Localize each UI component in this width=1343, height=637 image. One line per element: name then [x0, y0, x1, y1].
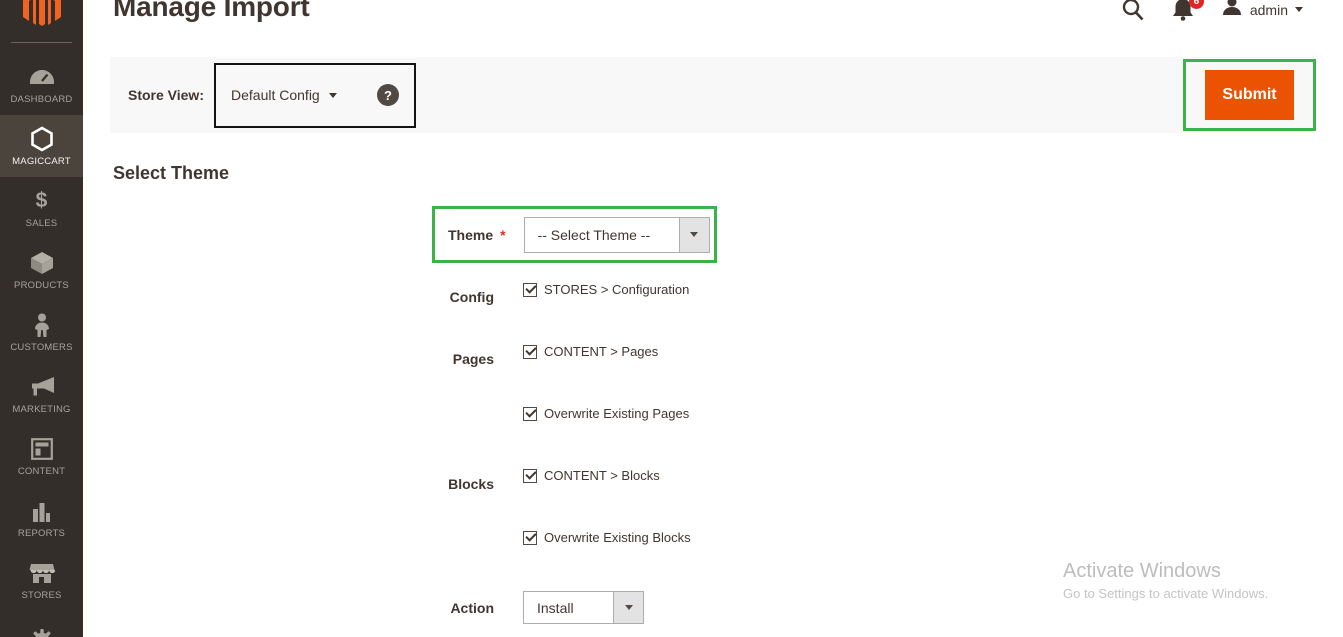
watermark-line2: Go to Settings to activate Windows.	[1063, 586, 1268, 601]
header-actions: 6 admin	[1121, 0, 1303, 23]
sidebar-divider	[11, 42, 72, 43]
sidebar-item-label: CONTENT	[18, 466, 65, 477]
sidebar-item-label: STORES	[21, 590, 61, 601]
required-asterisk: *	[500, 227, 505, 243]
admin-user-menu[interactable]: admin	[1221, 0, 1303, 23]
store-view-value: Default Config	[231, 87, 320, 103]
notification-count-badge: 6	[1189, 0, 1204, 9]
admin-username: admin	[1250, 2, 1288, 18]
search-icon[interactable]	[1121, 0, 1145, 22]
sidebar-item-magiccart[interactable]: MAGICCART	[0, 115, 83, 177]
hexagon-icon	[30, 126, 54, 152]
sidebar-item-label: REPORTS	[18, 528, 65, 539]
gauge-icon	[29, 64, 55, 90]
pages-checkbox-row[interactable]: CONTENT > Pages	[523, 344, 658, 359]
store-view-switcher[interactable]: Default Config	[231, 87, 337, 103]
box-icon	[30, 250, 54, 276]
sidebar-item-stores[interactable]: STORES	[0, 549, 83, 611]
chevron-down-icon	[329, 93, 337, 98]
section-title: Select Theme	[113, 163, 229, 184]
overwrite-pages-checkbox-label: Overwrite Existing Pages	[544, 406, 689, 421]
checkbox-checked-icon[interactable]	[523, 407, 537, 421]
blocks-checkbox-row[interactable]: CONTENT > Blocks	[523, 468, 660, 483]
sidebar-item-customers[interactable]: CUSTOMERS	[0, 301, 83, 363]
action-field-label: Action	[363, 600, 494, 616]
blocks-field-label: Blocks	[363, 476, 494, 492]
manage-import-page: DASHBOARD MAGICCART $ SALES	[0, 0, 1343, 637]
windows-activation-watermark: Activate Windows Go to Settings to activ…	[1063, 560, 1268, 601]
config-field-label: Config	[363, 289, 494, 305]
megaphone-icon	[29, 374, 55, 400]
theme-select-arrow-button[interactable]	[679, 218, 709, 252]
store-view-label: Store View:	[128, 87, 204, 103]
user-avatar-icon	[1221, 0, 1243, 23]
submit-annotation-box: Submit	[1183, 59, 1316, 131]
notifications-bell-icon[interactable]: 6	[1171, 0, 1195, 22]
checkbox-checked-icon[interactable]	[523, 345, 537, 359]
theme-select-value: -- Select Theme --	[525, 218, 679, 252]
overwrite-blocks-checkbox-label: Overwrite Existing Blocks	[544, 530, 691, 545]
pages-checkbox-label: CONTENT > Pages	[544, 344, 658, 359]
watermark-line1: Activate Windows	[1063, 560, 1268, 583]
sidebar-item-label: SALES	[26, 218, 58, 229]
checkbox-checked-icon[interactable]	[523, 531, 537, 545]
theme-select[interactable]: -- Select Theme --	[524, 217, 710, 253]
config-checkbox-label: STORES > Configuration	[544, 282, 689, 297]
page-title: Manage Import	[113, 0, 310, 23]
sidebar-item-label: MAGICCART	[12, 156, 71, 167]
blocks-checkbox-label: CONTENT > Blocks	[544, 468, 660, 483]
action-select-arrow-button[interactable]	[613, 592, 643, 623]
action-select-value: Install	[524, 592, 613, 623]
overwrite-blocks-checkbox-row[interactable]: Overwrite Existing Blocks	[523, 530, 691, 545]
submit-button[interactable]: Submit	[1205, 70, 1294, 120]
magento-logo-icon	[23, 0, 61, 33]
chevron-down-icon	[690, 232, 698, 237]
checkbox-checked-icon[interactable]	[523, 469, 537, 483]
action-select[interactable]: Install	[523, 591, 644, 624]
sidebar-item-content[interactable]: CONTENT	[0, 425, 83, 487]
theme-annotation-box: Theme * -- Select Theme --	[432, 206, 717, 263]
checkbox-checked-icon[interactable]	[523, 283, 537, 297]
admin-sidebar: DASHBOARD MAGICCART $ SALES	[0, 0, 83, 637]
sidebar-item-label: DASHBOARD	[11, 94, 73, 105]
sidebar-item-label: PRODUCTS	[14, 280, 69, 291]
help-icon[interactable]: ?	[377, 84, 399, 106]
chevron-down-icon	[1295, 7, 1303, 12]
sidebar-item-label: MARKETING	[12, 404, 70, 415]
overwrite-pages-checkbox-row[interactable]: Overwrite Existing Pages	[523, 406, 689, 421]
page-toolbar: Store View: Default Config ? Submit	[110, 57, 1316, 133]
person-icon	[32, 312, 52, 338]
bar-chart-icon	[31, 498, 53, 524]
storefront-icon	[29, 560, 55, 586]
sidebar-menu: DASHBOARD MAGICCART $ SALES	[0, 53, 83, 637]
sidebar-item-reports[interactable]: REPORTS	[0, 487, 83, 549]
sidebar-item-marketing[interactable]: MARKETING	[0, 363, 83, 425]
sidebar-item-label: CUSTOMERS	[10, 342, 72, 353]
dollar-icon: $	[36, 188, 48, 214]
theme-field-label: Theme	[448, 227, 493, 243]
sidebar-item-dashboard[interactable]: DASHBOARD	[0, 53, 83, 115]
sidebar-item-products[interactable]: PRODUCTS	[0, 239, 83, 301]
gear-icon	[30, 627, 54, 637]
sidebar-item-system[interactable]	[0, 611, 83, 637]
pages-field-label: Pages	[363, 351, 494, 367]
config-checkbox-row[interactable]: STORES > Configuration	[523, 282, 689, 297]
magento-logo[interactable]	[0, 0, 83, 30]
layout-icon	[31, 436, 53, 462]
sidebar-item-sales[interactable]: $ SALES	[0, 177, 83, 239]
chevron-down-icon	[625, 605, 633, 610]
store-view-annotation-box: Default Config ?	[214, 63, 416, 128]
